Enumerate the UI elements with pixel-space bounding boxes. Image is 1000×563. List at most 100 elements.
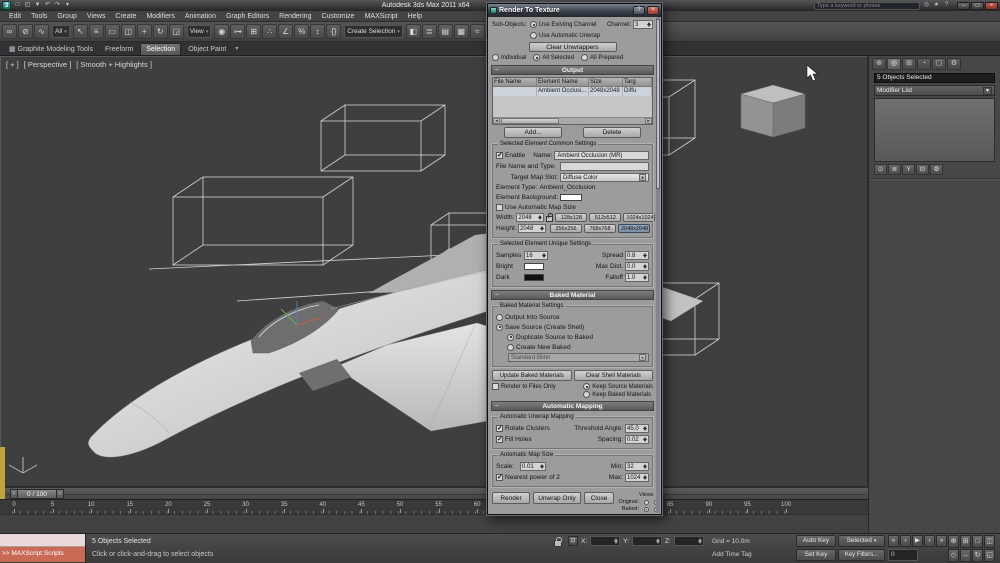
orbit-icon[interactable]: ↻	[972, 549, 983, 562]
absolute-mode-icon[interactable]: ⊡	[568, 536, 578, 546]
go-to-end-button[interactable]: »	[936, 535, 947, 547]
field-of-view-icon[interactable]: ◇	[948, 549, 959, 562]
current-frame-field[interactable]: 0	[888, 549, 918, 561]
size-128-button[interactable]: 128x128	[555, 213, 588, 222]
viewport[interactable]: [ + ] [ Perspective ] [ Smooth + Highlig…	[0, 56, 868, 487]
close-button[interactable]: ×	[985, 1, 998, 10]
individual-radio[interactable]	[492, 54, 499, 61]
lock-aspect-icon[interactable]	[546, 212, 554, 222]
output-table[interactable]: File Name Element Name Size Targ Ambient Oc…	[492, 77, 653, 125]
curve-editor-icon[interactable]: ≈	[469, 24, 485, 39]
maximize-button[interactable]: □	[971, 1, 984, 10]
width-spinner[interactable]: 2048	[516, 213, 545, 222]
output-column-file-name[interactable]: File Name	[493, 78, 537, 86]
go-to-start-button[interactable]: «	[888, 535, 899, 547]
mirror-icon[interactable]: ◧	[405, 24, 421, 39]
zoom-extents-all-icon[interactable]: ◫	[984, 535, 995, 548]
dialog-title-bar[interactable]: Render To Texture ? ×	[488, 4, 661, 17]
menu-group[interactable]: Group	[52, 13, 81, 20]
select-and-link-icon[interactable]: ∞	[2, 24, 17, 39]
angle-snap-icon[interactable]: ∠	[278, 24, 294, 39]
target-map-slot-dropdown[interactable]: Diffuse Color ▾	[560, 173, 649, 182]
viewport-menu-general[interactable]: [ + ]	[6, 60, 19, 69]
timeline-ruler[interactable]: 0510152025303540455055606570758085909510…	[0, 499, 868, 514]
element-background-swatch[interactable]	[560, 193, 583, 201]
dark-swatch[interactable]	[524, 274, 544, 281]
tab-display[interactable]: ▢	[932, 57, 946, 70]
application-button[interactable]: 3	[2, 1, 11, 10]
falloff-spinner[interactable]: 1.0	[625, 273, 649, 282]
output-table-hscrollbar[interactable]: ◂ ▸	[493, 117, 652, 124]
modifier-stack[interactable]	[874, 98, 995, 162]
selection-filter-dropdown[interactable]: All ▾	[52, 25, 70, 38]
scroll-thumb[interactable]	[501, 118, 559, 124]
modifier-list-dropdown[interactable]: Modifier List ▼	[874, 85, 995, 96]
ribbon-tab-freeform[interactable]: Freeform	[100, 43, 138, 55]
threshold-angle-spinner[interactable]: 45.0	[625, 424, 649, 433]
menu-animation[interactable]: Animation	[180, 13, 221, 20]
qat-options-icon[interactable]: ▾	[63, 1, 72, 10]
save-source-radio[interactable]	[496, 323, 503, 331]
save-file-icon[interactable]: ▼	[33, 1, 42, 10]
edit-named-selection-sets-icon[interactable]: {}	[326, 24, 342, 39]
scale-spinner[interactable]: 0.01	[520, 462, 546, 471]
max-spinner[interactable]: 1024	[625, 473, 649, 482]
snaps-toggle-icon[interactable]: ∴	[262, 24, 278, 39]
output-column-element-name[interactable]: Element Name	[537, 78, 589, 86]
previous-frame-button[interactable]: ‹	[900, 535, 911, 547]
object-name-field[interactable]: 5 Objects Selected	[874, 73, 995, 83]
delete-element-button[interactable]: Delete	[583, 127, 641, 138]
use-automatic-unwrap-radio[interactable]	[530, 32, 537, 39]
align-icon[interactable]: ≣	[421, 24, 437, 39]
use-existing-channel-radio[interactable]	[530, 21, 537, 28]
use-automatic-map-size-checkbox[interactable]	[496, 203, 503, 211]
make-unique-icon[interactable]: Y	[902, 164, 915, 175]
views-original-radio[interactable]	[644, 499, 649, 505]
fill-holes-checkbox[interactable]	[496, 435, 503, 443]
lock-selection-icon[interactable]	[554, 537, 562, 547]
rectangular-selection-region-icon[interactable]: ▭	[104, 24, 120, 39]
output-rollout-header[interactable]: − Output	[491, 65, 654, 75]
add-element-button[interactable]: Add...	[504, 127, 562, 138]
max-dist-spinner[interactable]: 0.0	[625, 262, 649, 271]
maxscript-mini-listener[interactable]: >> MAXScript Scripts	[0, 534, 86, 563]
maximize-viewport-icon[interactable]: ◱	[984, 549, 995, 562]
menu-rendering[interactable]: Rendering	[274, 13, 316, 20]
duplicate-source-radio[interactable]	[507, 333, 514, 341]
reference-coordinate-dropdown[interactable]: View ▾	[186, 25, 212, 38]
zoom-all-icon[interactable]: ⊞	[960, 535, 971, 548]
height-spinner[interactable]: 2048	[518, 224, 546, 233]
time-slider[interactable]: ‹ 0 / 100 ›	[0, 487, 868, 499]
viewport-menu-shading[interactable]: [ Smooth + Highlights ]	[76, 60, 152, 69]
dialog-scrollbar[interactable]	[656, 17, 660, 513]
scroll-right-icon[interactable]: ▸	[645, 118, 652, 124]
bright-swatch[interactable]	[524, 263, 544, 270]
configure-modifier-sets-icon[interactable]: ⚙	[930, 164, 943, 175]
size-2048-button[interactable]: 2048x2048	[618, 224, 650, 233]
file-name-field[interactable]	[560, 162, 649, 171]
size-256-button[interactable]: 256x256	[550, 224, 582, 233]
graphite-ribbon-toggle-icon[interactable]: ▦	[453, 24, 469, 39]
output-into-source-radio[interactable]	[496, 313, 503, 321]
zoom-extents-icon[interactable]: □	[972, 535, 983, 548]
undo-icon[interactable]: ↶	[43, 1, 52, 10]
automatic-mapping-rollout-header[interactable]: − Automatic Mapping	[491, 401, 654, 411]
unlink-selection-icon[interactable]: ⊘	[18, 24, 33, 39]
tab-hierarchy[interactable]: ⊞	[902, 57, 916, 70]
key-filters-button[interactable]: Key Filters...	[838, 549, 885, 561]
menu-help[interactable]: Help	[403, 13, 427, 20]
keyboard-shortcut-override-icon[interactable]: ⊞	[246, 24, 262, 39]
baked-material-dropdown[interactable]: Standard:Blinn ▾	[508, 353, 649, 362]
menu-tools[interactable]: Tools	[26, 13, 52, 20]
element-name-field[interactable]: Ambient Occlusion (MR)	[554, 151, 649, 160]
baked-material-rollout-header[interactable]: − Baked Material	[491, 290, 654, 300]
minimize-button[interactable]: –	[957, 1, 970, 10]
dialog-close-button[interactable]: ×	[647, 6, 659, 15]
dialog-close-action-button[interactable]: Close	[584, 492, 614, 504]
add-time-tag[interactable]: Add Time Tag	[712, 551, 752, 558]
output-column-targ[interactable]: Targ	[623, 78, 652, 86]
output-table-row[interactable]: Ambient Occlusi... 2048x2048 Diffu	[493, 87, 652, 96]
zoom-icon[interactable]: ⊕	[948, 535, 959, 548]
unwrap-only-button[interactable]: Unwrap Only	[533, 492, 581, 504]
pan-icon[interactable]: ↔	[960, 549, 971, 562]
